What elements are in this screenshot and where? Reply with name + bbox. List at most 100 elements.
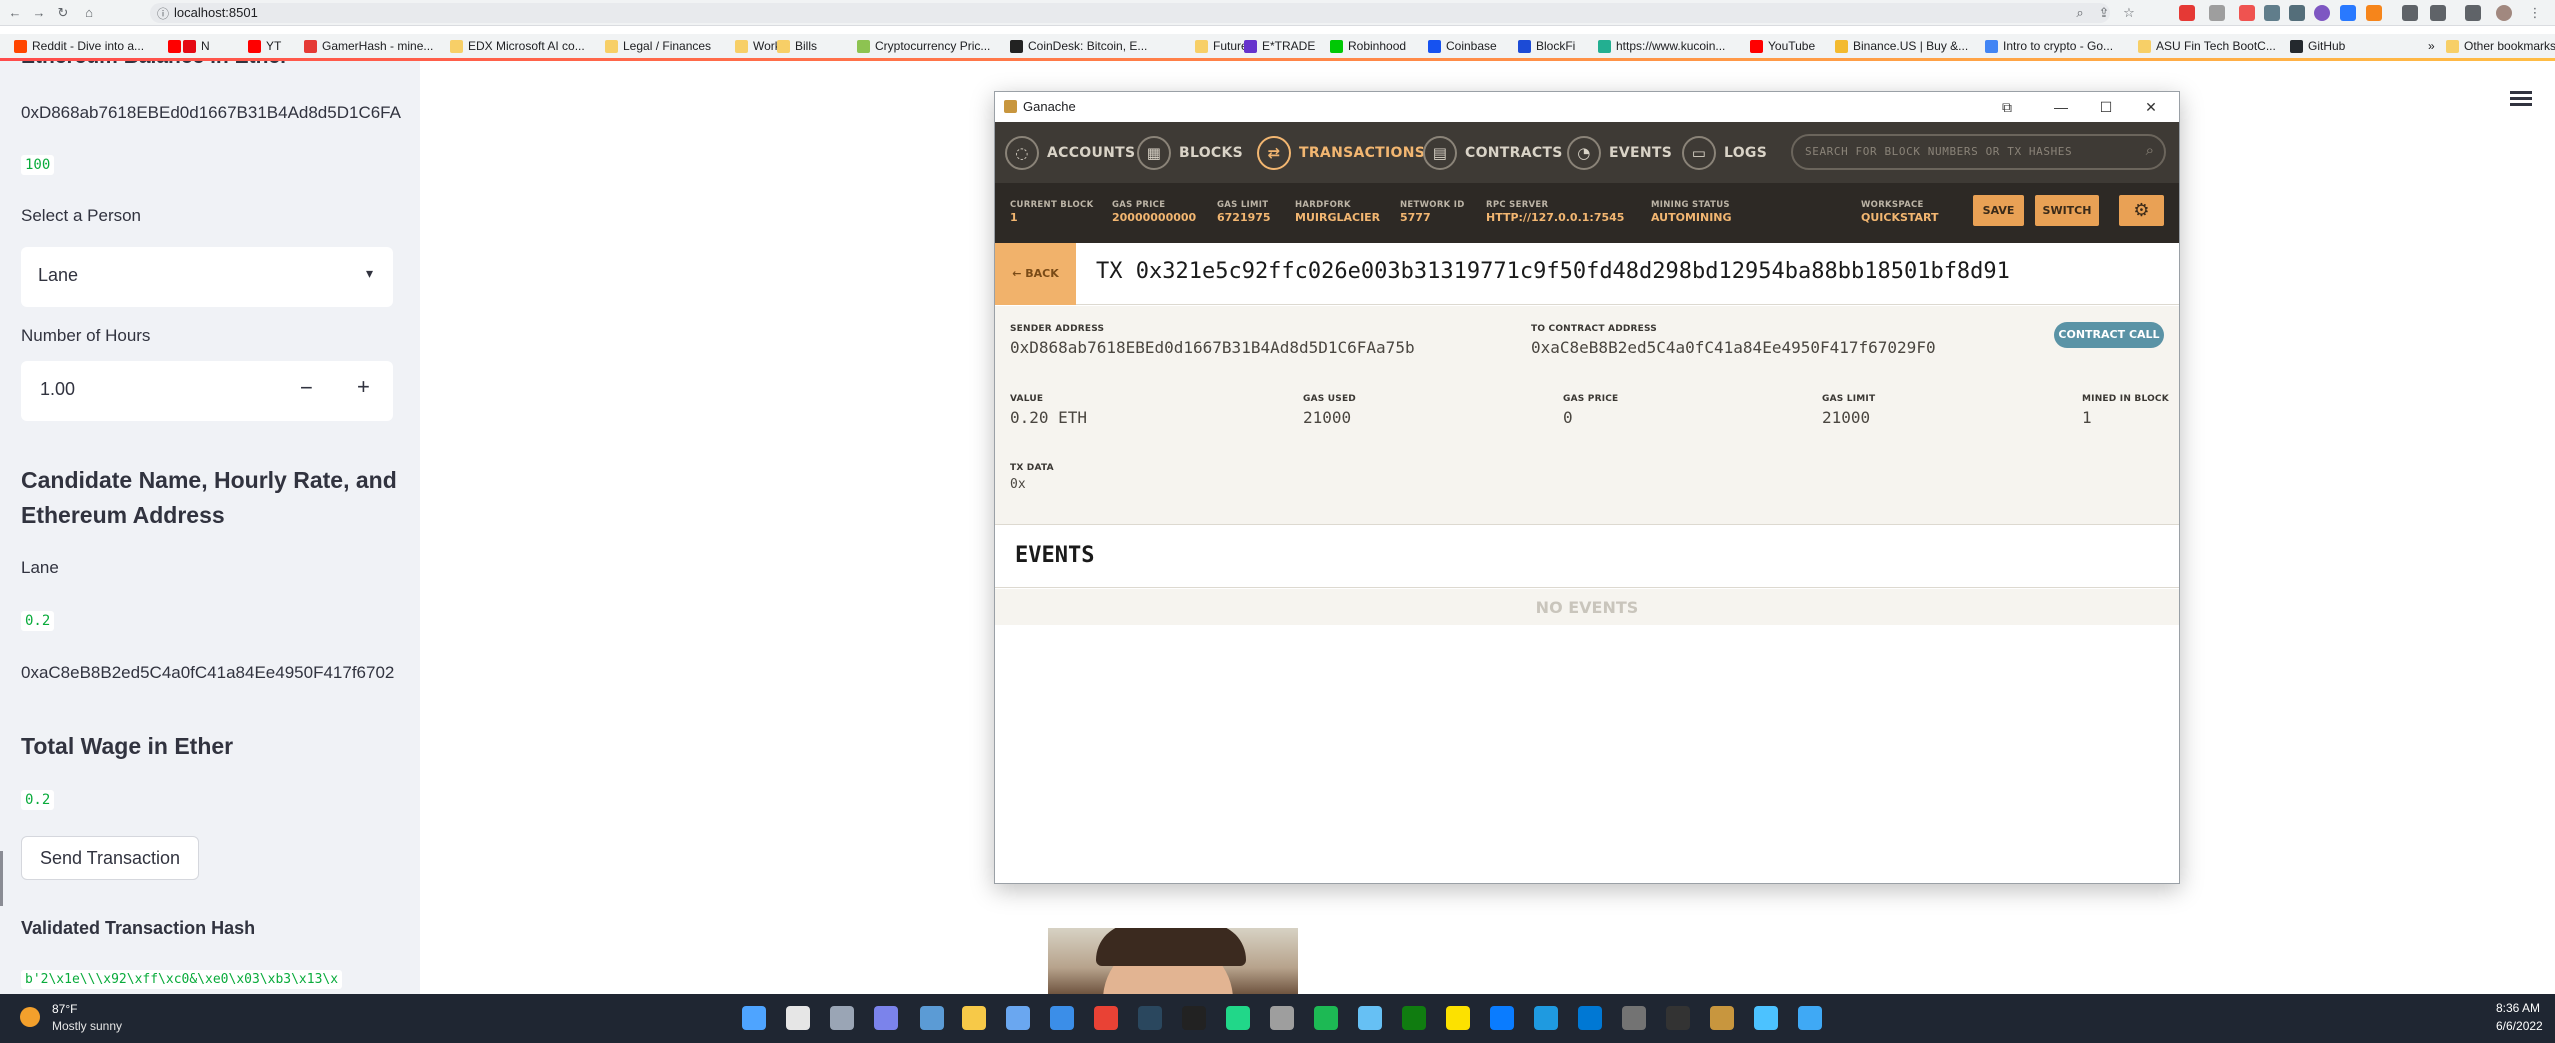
send-transaction-button[interactable]: Send Transaction: [21, 836, 199, 880]
chat-icon[interactable]: [874, 1006, 898, 1030]
reading-list-icon[interactable]: [2430, 5, 2446, 21]
nav-tab-blocks[interactable]: ▦ BLOCKS: [1137, 134, 1243, 172]
extension-icon[interactable]: [2340, 5, 2356, 21]
task-view-icon[interactable]: [830, 1006, 854, 1030]
extension-icon[interactable]: [2264, 5, 2280, 21]
nav-tab-contracts[interactable]: ▤ CONTRACTS: [1423, 134, 1563, 172]
gas-limit-label: GAS LIMIT: [1822, 394, 1876, 404]
bookmark-star-icon[interactable]: ☆: [2120, 4, 2138, 22]
steam-icon[interactable]: [1138, 1006, 1162, 1030]
profile-avatar[interactable]: [2496, 5, 2512, 21]
nav-tab-transactions[interactable]: ⇄ TRANSACTIONS: [1257, 134, 1425, 172]
status-network-id: NETWORK ID 5777: [1400, 200, 1465, 224]
notepad-icon[interactable]: [1754, 1006, 1778, 1030]
epic-alt-icon[interactable]: [1666, 1006, 1690, 1030]
ganache-titlebar[interactable]: Ganache ⧉ — ☐ ✕: [995, 92, 2179, 122]
xbox-icon[interactable]: [1402, 1006, 1426, 1030]
settings-gear-icon[interactable]: ⚙: [2119, 195, 2164, 226]
teams-icon[interactable]: [920, 1006, 944, 1030]
hours-value: 1.00: [40, 379, 76, 399]
pycharm-icon[interactable]: [1226, 1006, 1250, 1030]
epic-games-icon[interactable]: [1182, 1006, 1206, 1030]
close-button[interactable]: ✕: [2139, 96, 2163, 118]
extension-icon[interactable]: [2209, 5, 2225, 21]
hamburger-menu-icon[interactable]: [2510, 88, 2532, 110]
bookmark-item[interactable]: Bills: [777, 38, 817, 54]
bookmark-item[interactable]: Cryptocurrency Pric...: [857, 38, 990, 54]
bookmark-item[interactable]: EDX Microsoft AI co...: [450, 38, 585, 54]
maximize-button[interactable]: ☐: [2094, 96, 2118, 118]
bookmark-item[interactable]: GitHub: [2290, 38, 2345, 54]
git-icon[interactable]: [1270, 1006, 1294, 1030]
bookmark-item[interactable]: BlockFi: [1518, 38, 1575, 54]
bookmark-item[interactable]: ASU Fin Tech BootC...: [2138, 38, 2276, 54]
bookmark-item[interactable]: Work: [735, 38, 781, 54]
bookmark-item[interactable]: Robinhood: [1330, 38, 1406, 54]
events-icon: ◔: [1567, 136, 1601, 170]
sidebar-scrollbar[interactable]: [0, 851, 3, 906]
nav-tab-logs[interactable]: ▭ LOGS: [1682, 134, 1767, 172]
status-value: AUTOMINING: [1651, 211, 1732, 224]
home-icon[interactable]: ⌂: [80, 4, 98, 22]
extension-icon[interactable]: [2239, 5, 2255, 21]
search-input[interactable]: SEARCH FOR BLOCK NUMBERS OR TX HASHES ⌕: [1791, 134, 2166, 170]
mail-icon[interactable]: [1050, 1006, 1074, 1030]
save-button[interactable]: SAVE: [1973, 195, 2024, 226]
windows-start-icon[interactable]: [742, 1006, 766, 1030]
sticky-notes-icon[interactable]: [1446, 1006, 1470, 1030]
other-bookmarks[interactable]: Other bookmarks: [2446, 38, 2555, 54]
bookmark-item[interactable]: N: [183, 38, 210, 54]
switch-button[interactable]: SWITCH: [2035, 195, 2099, 226]
snap-layout-icon[interactable]: ⧉: [1995, 96, 2019, 118]
ganache-icon[interactable]: [1710, 1006, 1734, 1030]
site-info-icon[interactable]: ⓘ: [157, 5, 169, 22]
increment-button[interactable]: +: [357, 374, 370, 400]
bookmark-item[interactable]: CoinDesk: Bitcoin, E...: [1010, 38, 1147, 54]
bookmark-item[interactable]: GamerHash - mine...: [304, 38, 433, 54]
vscode-icon[interactable]: [1578, 1006, 1602, 1030]
forward-arrow-icon[interactable]: →: [30, 4, 48, 22]
bookmarks-overflow[interactable]: »: [2428, 38, 2435, 54]
sender-address-field: SENDER ADDRESS 0xD868ab7618EBEd0d1667B31…: [1010, 324, 1415, 357]
hours-number-input[interactable]: 1.00 − +: [21, 361, 393, 421]
spotify-icon[interactable]: [1314, 1006, 1338, 1030]
bookmark-item[interactable]: Reddit - Dive into a...: [14, 38, 144, 54]
bookmark-item[interactable]: E*TRADE: [1244, 38, 1315, 54]
menu-kebab-icon[interactable]: ⋮: [2526, 4, 2544, 22]
nav-tab-accounts[interactable]: ◌ ACCOUNTS: [1005, 134, 1135, 172]
bookmark-item[interactable]: https://www.kucoin...: [1598, 38, 1725, 54]
bookmark-item[interactable]: Intro to crypto - Go...: [1985, 38, 2113, 54]
weather-sun-icon[interactable]: [20, 1007, 40, 1027]
extension-abp-icon[interactable]: [2179, 5, 2195, 21]
bookmark-item[interactable]: YouTube: [1750, 38, 1815, 54]
browser-icon[interactable]: [1534, 1006, 1558, 1030]
nav-tab-events[interactable]: ◔ EVENTS: [1567, 134, 1672, 172]
bookmark-item[interactable]: Binance.US | Buy &...: [1835, 38, 1968, 54]
earth-icon[interactable]: [1798, 1006, 1822, 1030]
file-explorer-icon[interactable]: [962, 1006, 986, 1030]
side-panel-icon[interactable]: [2465, 5, 2481, 21]
extension-icon[interactable]: [2289, 5, 2305, 21]
bookmark-item[interactable]: YT: [248, 38, 281, 54]
bookmark-item[interactable]: Coinbase: [1428, 38, 1497, 54]
decrement-button[interactable]: −: [300, 375, 313, 401]
bookmark-item[interactable]: Legal / Finances: [605, 38, 711, 54]
messenger-icon[interactable]: [1490, 1006, 1514, 1030]
minimize-button[interactable]: —: [2049, 96, 2073, 118]
nav-tab-label: CONTRACTS: [1465, 145, 1563, 161]
share-icon[interactable]: ⇪: [2095, 4, 2113, 22]
person-select[interactable]: Lane ▾: [21, 247, 393, 307]
address-bar[interactable]: ⓘ localhost:8501: [150, 3, 2110, 23]
back-button[interactable]: ← BACK: [995, 243, 1076, 305]
chrome-icon[interactable]: [1094, 1006, 1118, 1030]
calculator-icon[interactable]: [1622, 1006, 1646, 1030]
extension-icon[interactable]: [2314, 5, 2330, 21]
microsoft-store-icon[interactable]: [1006, 1006, 1030, 1030]
puzzle-extensions-icon[interactable]: [2402, 5, 2418, 21]
metamask-fox-icon[interactable]: [2366, 5, 2382, 21]
reload-icon[interactable]: ↻: [54, 4, 72, 22]
search-icon[interactable]: [786, 1006, 810, 1030]
back-arrow-icon[interactable]: ←: [6, 4, 24, 22]
zoom-icon[interactable]: ⌕: [2071, 4, 2089, 22]
steam-alt-icon[interactable]: [1358, 1006, 1382, 1030]
